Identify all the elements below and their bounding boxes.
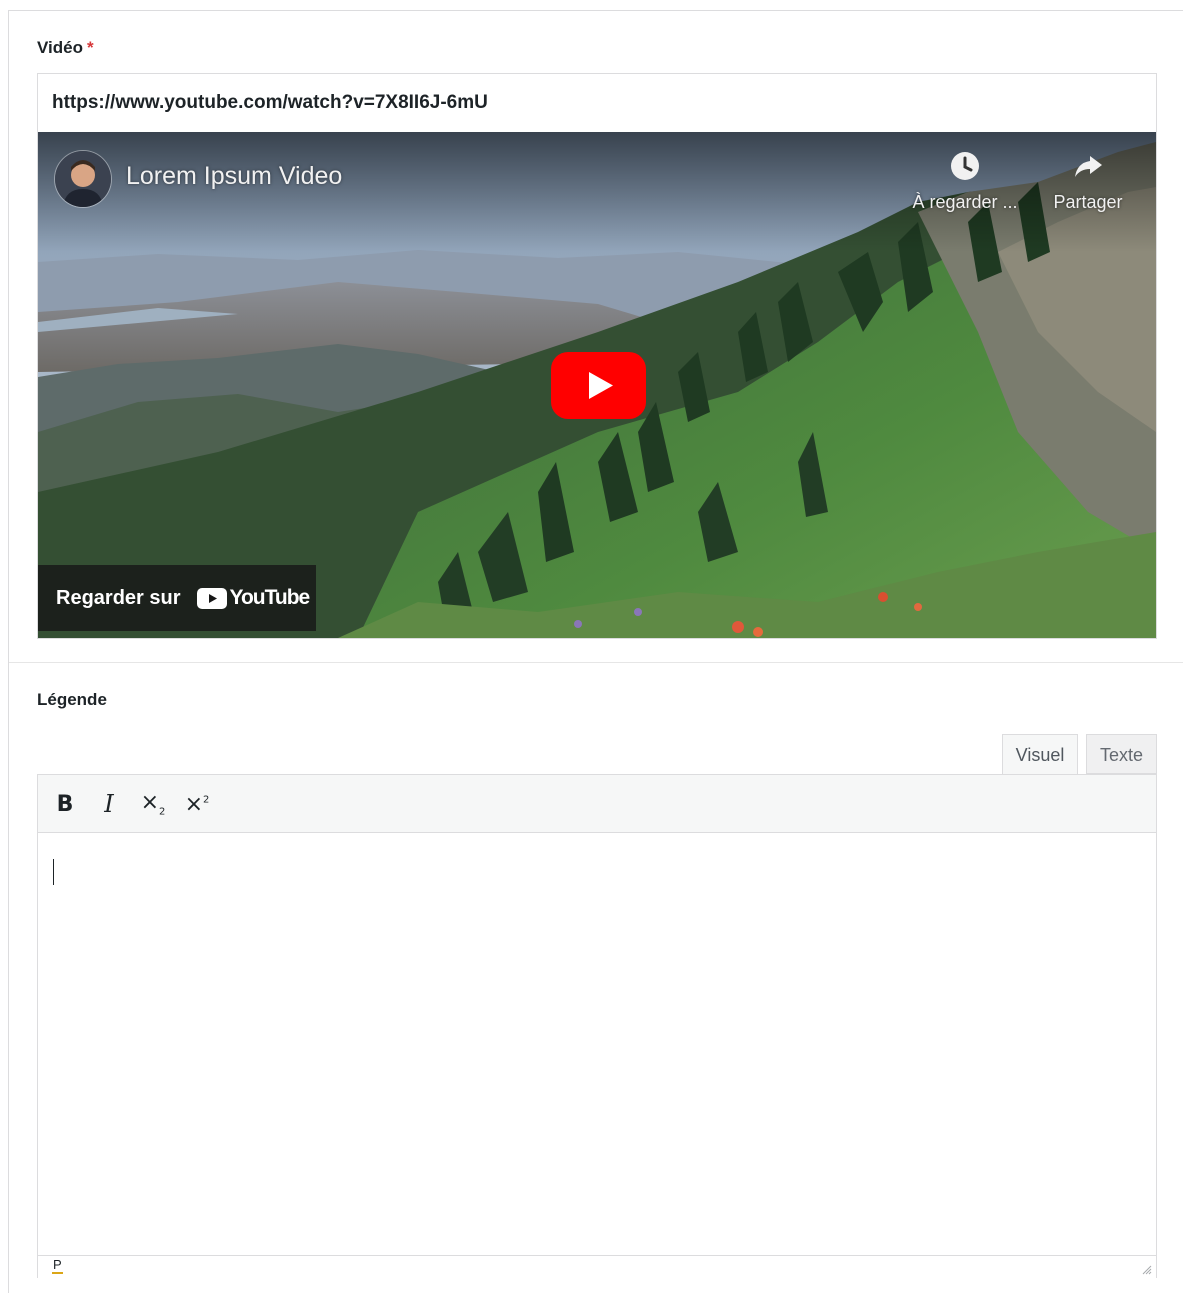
text-caret [53,859,54,885]
video-embed-box: Lorem Ipsum Video À regarder ... Partage… [37,73,1157,639]
share-action[interactable]: Partager [1028,150,1148,213]
watch-later-label: À regarder ... [912,192,1018,212]
youtube-player[interactable]: Lorem Ipsum Video À regarder ... Partage… [38,132,1156,638]
play-button[interactable] [551,352,646,419]
video-field-label: Vidéo * [37,38,94,58]
video-label-text: Vidéo [37,38,83,57]
video-url-input[interactable] [38,74,1156,132]
caption-editor: B I ×2 ×2 P [37,774,1157,1278]
panel-top-border [8,10,1183,11]
resize-handle-icon[interactable] [1140,1263,1152,1275]
share-label: Partager [1053,192,1123,212]
youtube-wordmark: YouTube [229,586,311,609]
italic-button[interactable]: I [92,787,126,821]
video-title[interactable]: Lorem Ipsum Video [126,162,342,191]
editor-content-area[interactable] [38,833,1156,1255]
channel-avatar[interactable] [54,150,112,208]
panel-left-border [8,10,9,1293]
bold-button[interactable]: B [48,787,82,821]
subscript-button[interactable]: ×2 [136,787,170,821]
avatar-icon [55,151,111,207]
element-path[interactable]: P [52,1258,63,1274]
field-separator [9,662,1183,663]
share-icon [1075,156,1102,177]
editor-toolbar: B I ×2 ×2 [38,775,1156,833]
caption-field-label: Légende [37,690,107,709]
clock-icon [951,152,979,180]
watch-on-label: Regarder sur [56,586,181,609]
subscript-icon: ×2 [140,790,166,818]
superscript-button[interactable]: ×2 [180,787,214,821]
watch-later-action[interactable]: À regarder ... [905,150,1025,213]
required-marker: * [86,38,94,57]
play-button-icon [551,352,646,419]
editor-statusbar: P [38,1255,1156,1278]
youtube-play-icon [196,587,227,609]
tab-text[interactable]: Texte [1086,734,1157,774]
superscript-icon: ×2 [184,791,210,817]
tab-visual[interactable]: Visuel [1002,734,1078,775]
watch-on-youtube-button[interactable]: Regarder sur YouTube [38,565,316,631]
youtube-logo: YouTube [196,586,311,610]
